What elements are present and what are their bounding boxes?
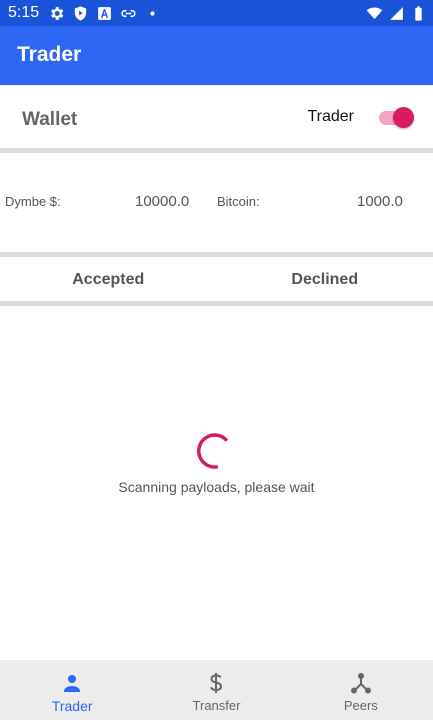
bitcoin-balance-value: 1000.0 (357, 193, 403, 210)
divider (0, 148, 433, 153)
bitcoin-balance-label: Bitcoin: (217, 194, 260, 209)
nav-label-trader: Trader (51, 698, 93, 714)
app-bar: Trader (0, 26, 433, 85)
wifi-icon (366, 6, 383, 19)
link-icon (121, 9, 136, 17)
person-icon (64, 675, 81, 692)
network-icon (350, 673, 371, 694)
play-protect-icon (74, 5, 87, 21)
dymbe-balance-label: Dymbe $: (5, 194, 61, 209)
nav-item-trader[interactable]: Trader (0, 660, 144, 720)
tab-declined[interactable]: Declined (217, 259, 433, 301)
wallet-row: Wallet Trader (0, 91, 433, 147)
font-a-icon (98, 6, 111, 20)
status-icons-right (366, 4, 427, 22)
status-icons-left (48, 4, 161, 22)
dot-icon (150, 10, 155, 16)
nav-label-transfer: Transfer (192, 698, 241, 713)
switch-thumb (393, 107, 414, 128)
loading-spinner (197, 433, 229, 469)
battery-icon (415, 5, 422, 21)
balance-row: Dymbe $: 10000.0 Bitcoin: 1000.0 (0, 155, 433, 252)
tab-accepted[interactable]: Accepted (0, 259, 217, 301)
divider (0, 252, 433, 257)
nav-label-peers: Peers (343, 698, 378, 713)
offer-tabs: Accepted Declined (0, 259, 433, 301)
status-time: 5:15 (8, 4, 40, 21)
nav-item-transfer[interactable]: Transfer (144, 660, 288, 720)
loading-message: Scanning payloads, please wait (118, 479, 315, 495)
dollar-icon (210, 673, 223, 693)
status-bar: 5:15 (0, 0, 433, 26)
trader-switch-label: Trader (307, 108, 354, 125)
wallet-label: Wallet (22, 109, 78, 130)
divider (0, 301, 433, 306)
dymbe-balance-value: 10000.0 (135, 193, 190, 210)
bottom-nav: Trader Transfer Peers (0, 660, 433, 720)
trader-switch[interactable] (379, 106, 414, 128)
signal-icon (390, 6, 403, 20)
gear-icon (51, 6, 64, 20)
nav-item-peers[interactable]: Peers (289, 660, 433, 720)
app-title: Trader (17, 43, 82, 66)
